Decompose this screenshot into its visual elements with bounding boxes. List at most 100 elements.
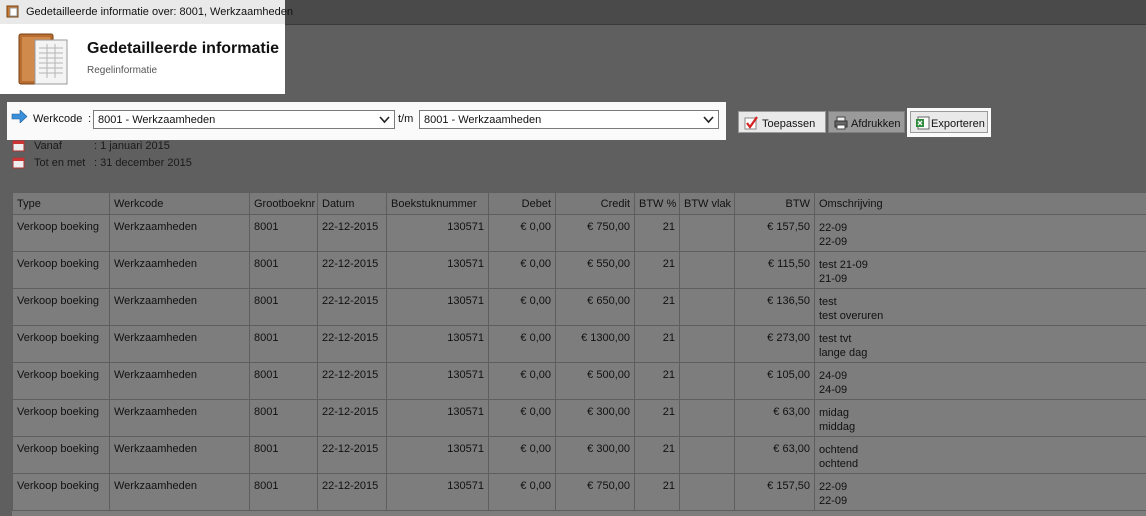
- date-to-row: Tot en met : 31 december 2015: [12, 156, 212, 170]
- cell-datum: 22-12-2015: [317, 251, 387, 289]
- cell-werkcode: Werkzaamheden: [109, 399, 250, 437]
- cell-credit: € 550,00: [555, 251, 635, 289]
- cell-debet: € 0,00: [488, 473, 556, 511]
- omschrijving-line: ochtend: [819, 444, 859, 456]
- cell-omschrijving: test 21-09 21-09: [814, 251, 1146, 289]
- table-row[interactable]: Verkoop boeking Werkzaamheden 8001 22-12…: [12, 436, 1146, 474]
- date-to-value: : 31 december 2015: [94, 157, 192, 169]
- cell-boekstuknummer: 130571: [386, 473, 489, 511]
- werkcode-to-select[interactable]: 8001 - Werkzaamheden: [419, 110, 719, 129]
- arrow-right-icon: [11, 110, 28, 123]
- export-button[interactable]: Exporteren: [910, 111, 988, 133]
- cell-debet: € 0,00: [488, 362, 556, 400]
- cell-type: Verkoop boeking: [12, 399, 110, 437]
- checkmark-icon: [744, 116, 758, 130]
- cell-datum: 22-12-2015: [317, 362, 387, 400]
- column-header[interactable]: Boekstuknummer: [386, 192, 489, 215]
- cell-werkcode: Werkzaamheden: [109, 473, 250, 511]
- column-header[interactable]: Debet: [488, 192, 556, 215]
- cell-btw-vlak: [679, 399, 735, 437]
- cell-credit: € 300,00: [555, 399, 635, 437]
- cell-type: Verkoop boeking: [12, 325, 110, 363]
- werkcode-from-select[interactable]: 8001 - Werkzaamheden: [93, 110, 395, 129]
- cell-btw-vlak: [679, 325, 735, 363]
- cell-datum: 22-12-2015: [317, 325, 387, 363]
- table-row[interactable]: Verkoop boeking Werkzaamheden 8001 22-12…: [12, 325, 1146, 363]
- cell-debet: € 0,00: [488, 251, 556, 289]
- cell-datum: 22-12-2015: [317, 436, 387, 474]
- cell-grootboeknr: 8001: [249, 325, 318, 363]
- cell-credit: € 750,00: [555, 214, 635, 252]
- cell-btw-pct: 21: [634, 399, 680, 437]
- cell-debet: € 0,00: [488, 288, 556, 326]
- table-row[interactable]: Verkoop boeking Werkzaamheden 8001 22-12…: [12, 251, 1146, 289]
- cell-boekstuknummer: 130571: [386, 214, 489, 252]
- table-row[interactable]: Verkoop boeking Werkzaamheden 8001 22-12…: [12, 362, 1146, 400]
- omschrijving-line: middag: [819, 421, 856, 433]
- column-header[interactable]: Omschrijving: [814, 192, 1146, 215]
- date-to-label: Tot en met: [34, 157, 86, 169]
- cell-werkcode: Werkzaamheden: [109, 362, 250, 400]
- table-row[interactable]: Verkoop boeking Werkzaamheden 8001 22-12…: [12, 399, 1146, 437]
- cell-btw-pct: 21: [634, 473, 680, 511]
- app-icon: [6, 5, 19, 18]
- cell-btw: € 105,00: [734, 362, 815, 400]
- cell-boekstuknummer: 130571: [386, 288, 489, 326]
- date-from-row: Vanaf : 1 januari 2015: [12, 139, 212, 153]
- column-header[interactable]: BTW %: [634, 192, 680, 215]
- cell-btw-pct: 21: [634, 325, 680, 363]
- cell-credit: € 1300,00: [555, 325, 635, 363]
- cell-btw-pct: 21: [634, 288, 680, 326]
- to-label: t/m: [398, 113, 414, 125]
- cell-omschrijving: ochtend ochtend: [814, 436, 1146, 474]
- cell-btw-vlak: [679, 251, 735, 289]
- column-header[interactable]: BTW: [734, 192, 815, 215]
- page-header: Gedetailleerde informatie Regelinformati…: [0, 24, 285, 94]
- export-label: Exporteren: [931, 118, 985, 130]
- cell-omschrijving: 22-09 22-09: [814, 473, 1146, 511]
- column-header[interactable]: Grootboeknr: [249, 192, 318, 215]
- cell-credit: € 300,00: [555, 436, 635, 474]
- printer-icon: [834, 116, 848, 130]
- cell-grootboeknr: 8001: [249, 288, 318, 326]
- ledger-icon: [18, 33, 68, 85]
- column-header[interactable]: BTW vlak: [679, 192, 735, 215]
- column-header[interactable]: Datum: [317, 192, 387, 215]
- cell-datum: 22-12-2015: [317, 399, 387, 437]
- cell-boekstuknummer: 130571: [386, 251, 489, 289]
- excel-icon: [916, 116, 930, 130]
- cell-btw-vlak: [679, 288, 735, 326]
- cell-btw: € 63,00: [734, 399, 815, 437]
- date-from-label: Vanaf: [34, 140, 62, 152]
- column-header[interactable]: Werkcode: [109, 192, 250, 215]
- apply-button[interactable]: Toepassen: [738, 111, 826, 133]
- cell-debet: € 0,00: [488, 325, 556, 363]
- cell-btw: € 273,00: [734, 325, 815, 363]
- cell-btw: € 157,50: [734, 214, 815, 252]
- omschrijving-line: lange dag: [819, 347, 868, 359]
- cell-omschrijving: test tvt lange dag: [814, 325, 1146, 363]
- cell-grootboeknr: 8001: [249, 251, 318, 289]
- omschrijving-line: test tvt: [819, 333, 852, 345]
- cell-type: Verkoop boeking: [12, 362, 110, 400]
- apply-label: Toepassen: [762, 118, 816, 130]
- cell-btw-pct: 21: [634, 251, 680, 289]
- cell-grootboeknr: 8001: [249, 473, 318, 511]
- table-row[interactable]: Verkoop boeking Werkzaamheden 8001 22-12…: [12, 288, 1146, 326]
- window-title: Gedetailleerde informatie over: 8001, We…: [26, 6, 294, 18]
- cell-type: Verkoop boeking: [12, 214, 110, 252]
- print-label: Afdrukken: [851, 118, 901, 130]
- table-row[interactable]: Verkoop boeking Werkzaamheden 8001 22-12…: [12, 214, 1146, 252]
- table-row[interactable]: Verkoop boeking Werkzaamheden 8001 22-12…: [12, 473, 1146, 511]
- omschrijving-line: 22-09: [819, 236, 848, 248]
- cell-werkcode: Werkzaamheden: [109, 251, 250, 289]
- cell-btw: € 157,50: [734, 473, 815, 511]
- chevron-down-icon: [379, 116, 390, 124]
- cell-debet: € 0,00: [488, 436, 556, 474]
- cell-btw: € 63,00: [734, 436, 815, 474]
- column-header[interactable]: Credit: [555, 192, 635, 215]
- print-button[interactable]: Afdrukken: [828, 111, 905, 133]
- column-header[interactable]: Type: [12, 192, 110, 215]
- cell-btw-vlak: [679, 473, 735, 511]
- page-title: Gedetailleerde informatie: [87, 40, 280, 57]
